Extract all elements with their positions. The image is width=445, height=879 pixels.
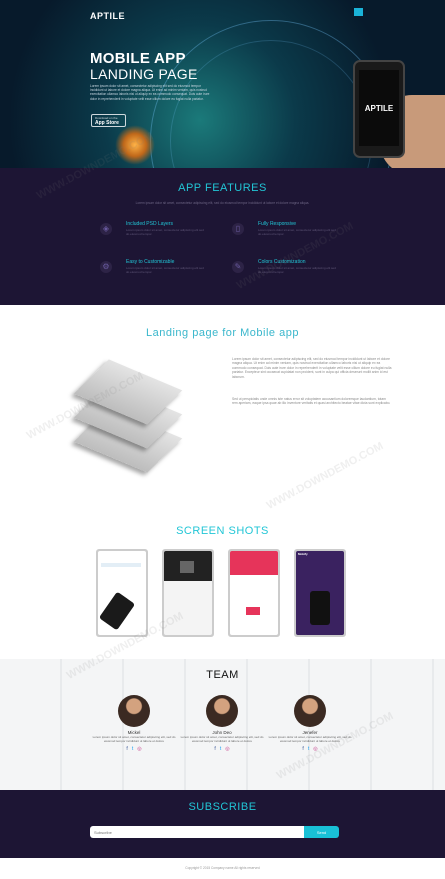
footer: Copyright © 2015 Company name All rights… xyxy=(0,858,445,879)
feature-text: Lorem ipsum dolor sit amet, consectetur … xyxy=(126,266,204,274)
facebook-icon[interactable]: f xyxy=(214,746,215,752)
member-bio: Lorem ipsum dolor sit amet, consectetur … xyxy=(92,735,176,743)
screenshots-title: SCREEN SHOTS xyxy=(176,525,269,537)
screenshots-section: SCREEN SHOTS Mobify xyxy=(0,509,445,659)
features-section: APP FEATURES Lorem ipsum dolor sit amet,… xyxy=(0,168,445,305)
screenshot-screen xyxy=(164,551,212,635)
instagram-icon[interactable]: ◎ xyxy=(137,746,141,752)
screenshot-2[interactable] xyxy=(162,549,214,637)
screenshot-screen xyxy=(98,551,146,635)
member-bio: Lorem ipsum dolor sit amet, consectetur … xyxy=(268,735,352,743)
app-store-button[interactable]: Download on the App Store xyxy=(91,114,126,127)
avatar xyxy=(206,695,238,727)
feature-text: Lorem ipsum dolor sit amet, consectetur … xyxy=(258,228,336,236)
social-links: f t ◎ xyxy=(265,746,355,752)
feature-title: Included PSD Layers xyxy=(126,221,173,227)
screenshot-3[interactable] xyxy=(228,549,280,637)
features-title: APP FEATURES xyxy=(178,182,267,194)
twitter-icon[interactable]: t xyxy=(220,746,221,752)
screenshot-screen xyxy=(230,551,278,635)
hero-section: APTILE MOBILE APP LANDING PAGE Lorem ips… xyxy=(0,0,445,168)
subscribe-input[interactable] xyxy=(90,826,304,838)
avatar xyxy=(294,695,326,727)
facebook-icon[interactable]: f xyxy=(302,746,303,752)
feature-text: Lorem ipsum dolor sit amet, consectetur … xyxy=(126,228,204,236)
twitter-icon[interactable]: t xyxy=(308,746,309,752)
phone-screen-label: APTILE xyxy=(359,70,399,146)
screenshot-4[interactable]: Mobify xyxy=(294,549,346,637)
page: APTILE MOBILE APP LANDING PAGE Lorem ips… xyxy=(0,0,445,879)
instagram-icon[interactable]: ◎ xyxy=(313,746,317,752)
hero-subtitle: LANDING PAGE xyxy=(90,66,198,82)
features-description: Lorem ipsum dolor sit amet, consectetur … xyxy=(135,201,310,205)
team-section: TEAM Mickel Lorem ipsum dolor sit amet, … xyxy=(0,659,445,790)
social-links: f t ◎ xyxy=(177,746,267,752)
subscribe-title: SUBSCRIBE xyxy=(188,801,257,813)
layers-icon: ◈ xyxy=(100,223,112,235)
team-member: Jenefer Lorem ipsum dolor sit amet, cons… xyxy=(265,695,355,752)
brand-logo[interactable]: APTILE xyxy=(90,11,125,21)
landing-title: Landing page for Mobile app xyxy=(146,327,299,339)
avatar xyxy=(118,695,150,727)
feature-title: Colors Customization xyxy=(258,259,306,265)
app-store-label: App Store xyxy=(95,120,119,126)
landing-section: Landing page for Mobile app Lorem ipsum … xyxy=(0,305,445,509)
team-title: TEAM xyxy=(206,669,239,681)
gear-icon: ⚙ xyxy=(100,261,112,273)
hero-light-flare xyxy=(115,125,155,165)
phone-mockup: APTILE xyxy=(353,60,405,158)
footer-copyright: Copyright © 2015 Company name All rights… xyxy=(185,866,260,870)
landing-paragraph: Lorem ipsum dolor sit amet, consectetur … xyxy=(232,357,392,379)
instagram-icon[interactable]: ◎ xyxy=(225,746,229,752)
hero-text: Lorem ipsum dolor sit amet, consectetur … xyxy=(90,84,210,101)
hero-title: MOBILE APP xyxy=(90,50,186,67)
social-links: f t ◎ xyxy=(89,746,179,752)
facebook-icon[interactable]: f xyxy=(126,746,127,752)
subscribe-section: SUBSCRIBE Send xyxy=(0,790,445,858)
landing-paragraph: Sed ut perspiciatis unde omnis iste natu… xyxy=(232,397,391,406)
screenshot-screen: Mobify xyxy=(296,551,344,635)
team-member: Mickel Lorem ipsum dolor sit amet, conse… xyxy=(89,695,179,752)
screenshot-1[interactable] xyxy=(96,549,148,637)
brush-icon: ✎ xyxy=(232,261,244,273)
layers-illustration xyxy=(48,359,208,480)
screenshot-label: Mobify xyxy=(298,552,308,556)
feature-title: Fully Responsive xyxy=(258,221,297,227)
hamburger-icon[interactable] xyxy=(354,8,363,16)
mobile-icon: ▯ xyxy=(232,223,244,235)
send-button[interactable]: Send xyxy=(304,826,339,838)
member-bio: Lorem ipsum dolor sit amet, consectetur … xyxy=(180,735,264,743)
feature-text: Lorem ipsum dolor sit amet, consectetur … xyxy=(258,266,336,274)
team-member: John Deo Lorem ipsum dolor sit amet, con… xyxy=(177,695,267,752)
twitter-icon[interactable]: t xyxy=(132,746,133,752)
feature-title: Easy to Customizable xyxy=(126,259,175,265)
